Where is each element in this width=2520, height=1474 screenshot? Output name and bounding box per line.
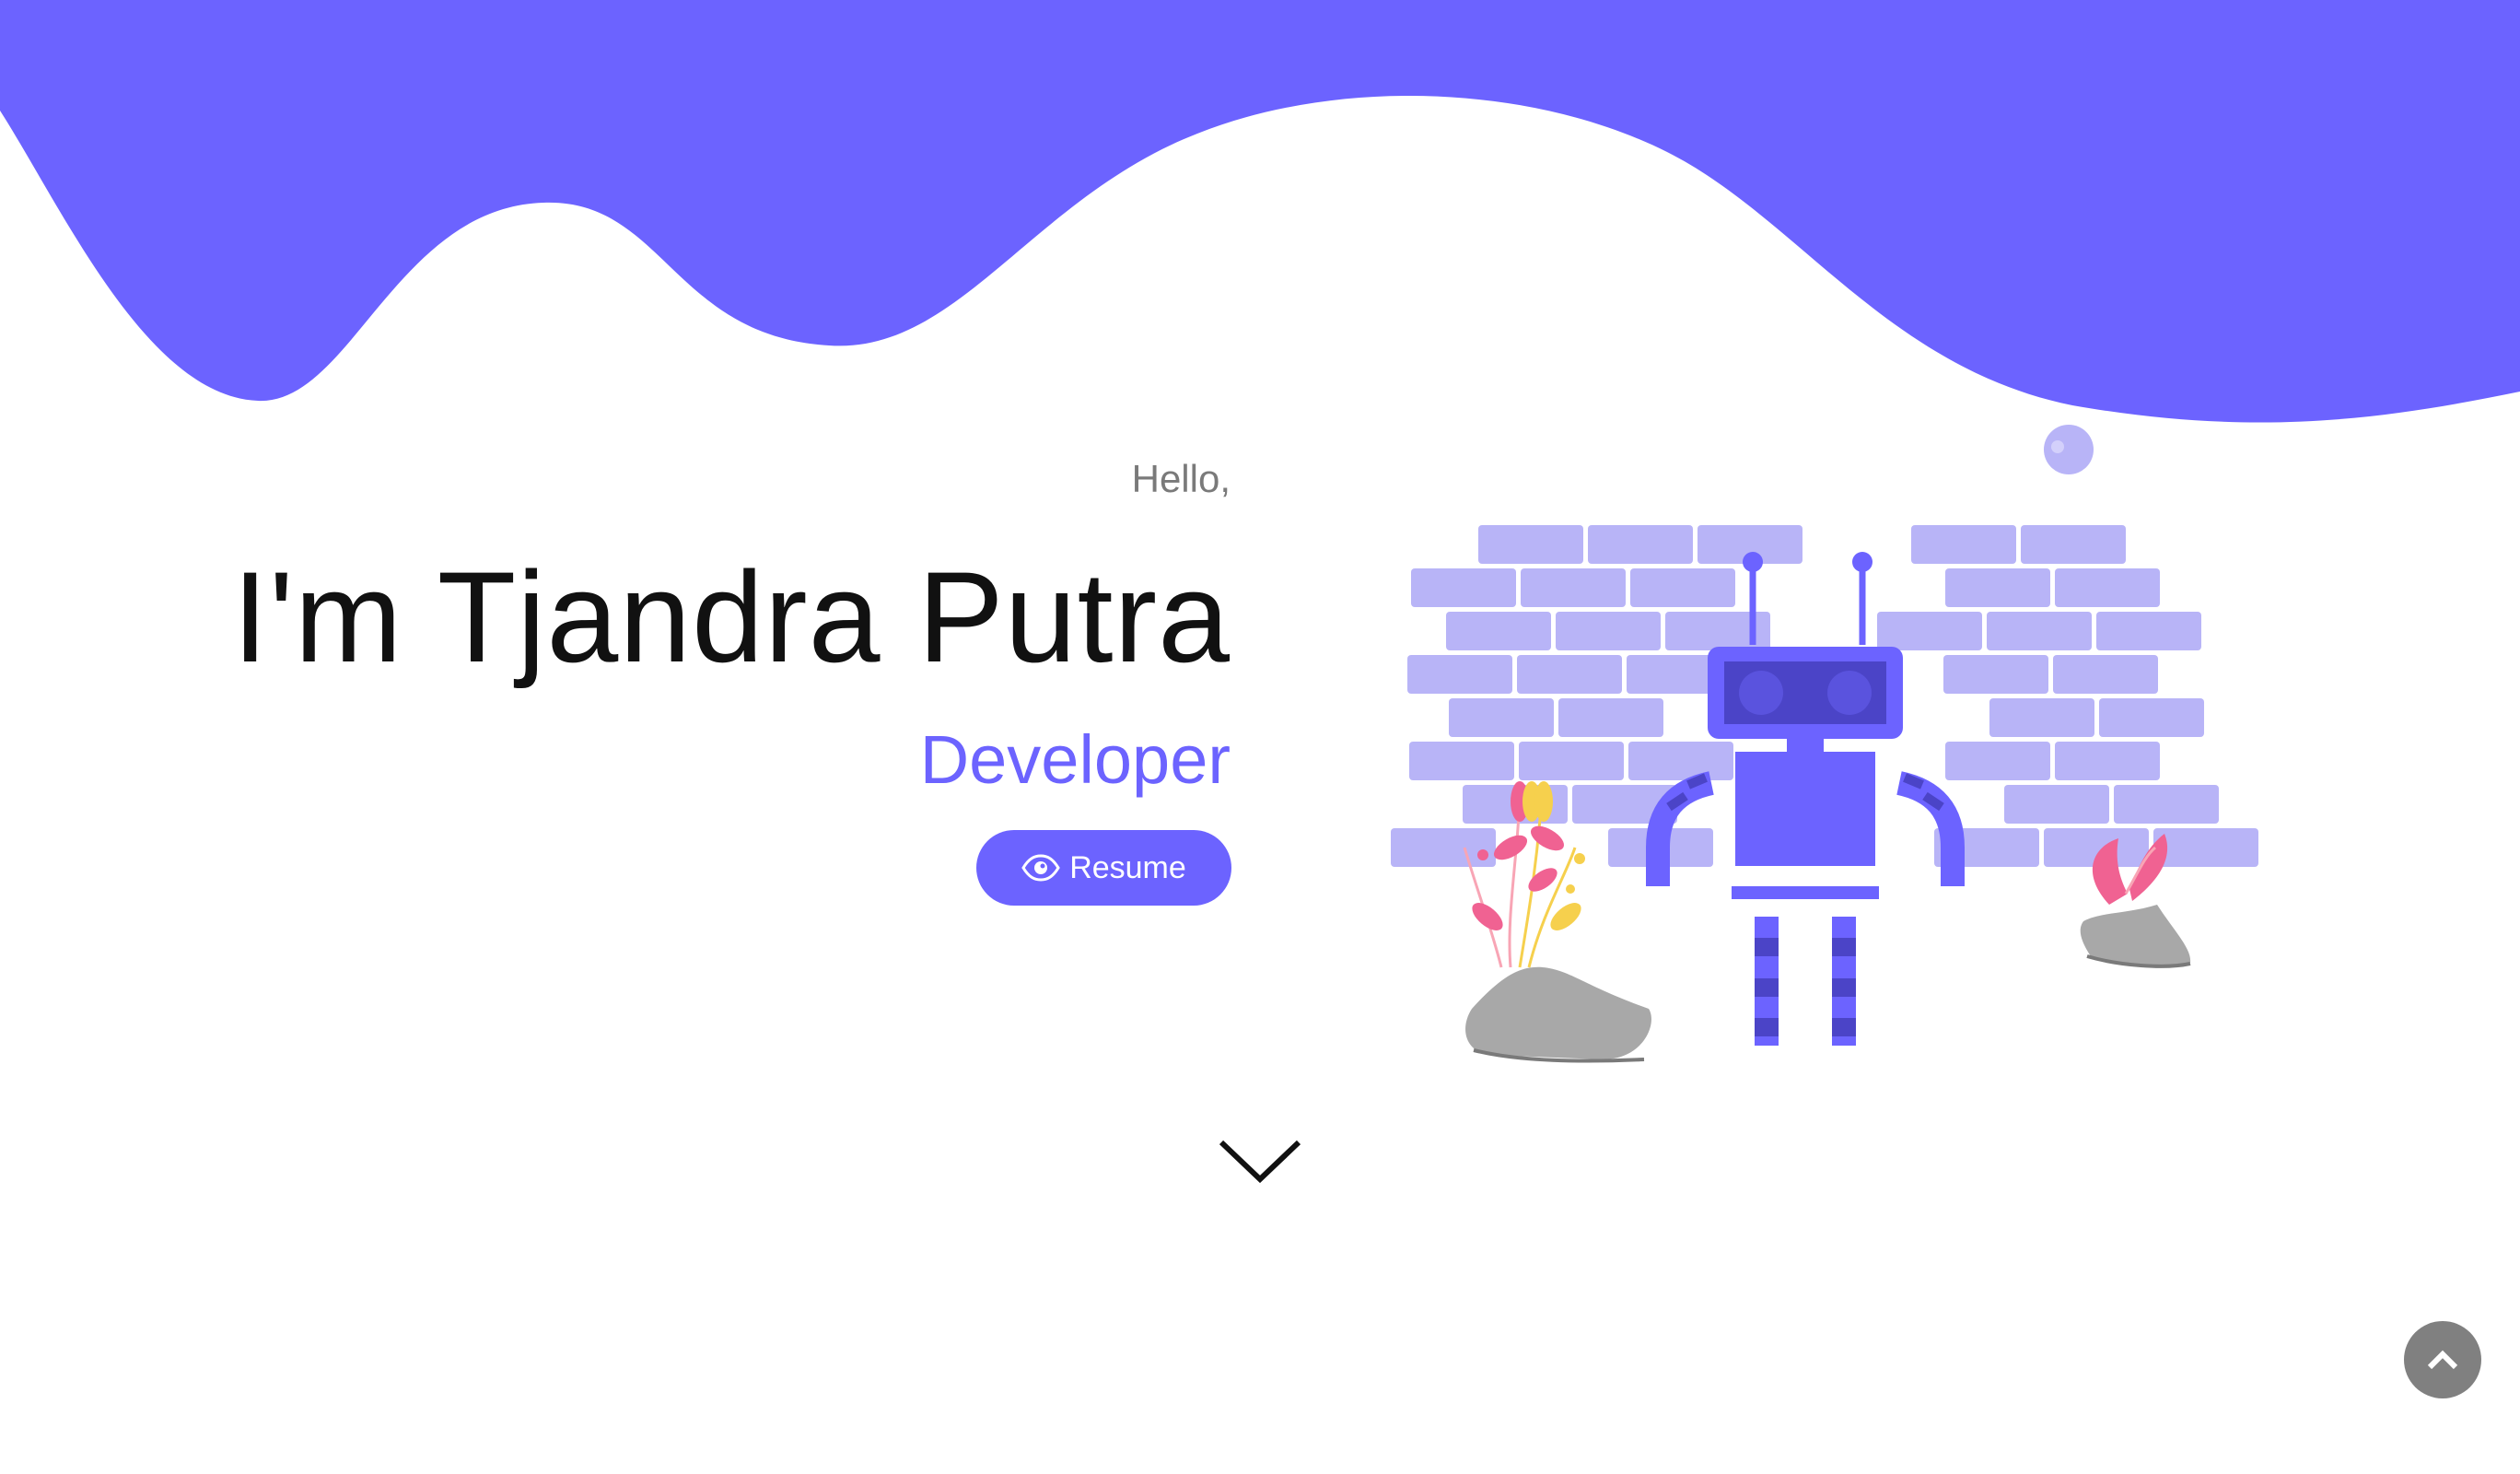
- scroll-down-button[interactable]: [1216, 1131, 1304, 1187]
- chevron-up-icon: [2427, 1350, 2458, 1370]
- chevron-down-icon: [1219, 1140, 1301, 1184]
- resume-button[interactable]: Resume: [976, 830, 1231, 906]
- rock-icon: [1465, 966, 1651, 1059]
- greeting-text: Hello,: [1131, 457, 1231, 500]
- header-wave: [0, 0, 2520, 423]
- role-text: Developer: [919, 721, 1231, 798]
- eye-icon: [1021, 854, 1060, 882]
- scroll-to-top-button[interactable]: [2404, 1321, 2481, 1398]
- moon-icon: [2044, 425, 2094, 474]
- right-rock-icon: [2080, 905, 2191, 965]
- page-title: I'm Tjandra Putra: [232, 544, 1231, 689]
- hero-text: Hello, I'm Tjandra Putra Developer: [125, 451, 1231, 806]
- robot-illustration: [1391, 425, 2258, 1063]
- resume-button-label: Resume: [1069, 849, 1186, 885]
